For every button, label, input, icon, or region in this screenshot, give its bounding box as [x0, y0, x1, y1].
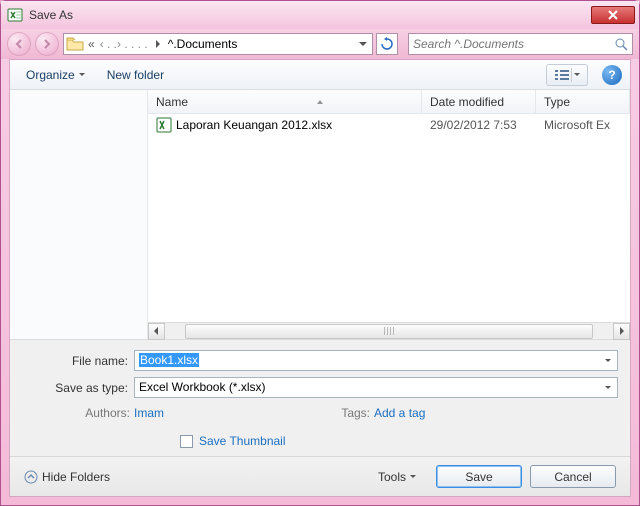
search-input[interactable] [413, 37, 614, 51]
column-date[interactable]: Date modified [422, 90, 536, 113]
column-date-label: Date modified [430, 95, 504, 109]
file-list[interactable]: Laporan Keuangan 2012.xlsx 29/02/2012 7:… [148, 114, 630, 322]
search-icon [614, 37, 628, 51]
window-title: Save As [29, 8, 589, 22]
saveastype-value: Excel Workbook (*.xlsx) [139, 380, 265, 394]
tags-label: Tags: [314, 406, 374, 420]
content-panel: Organize New folder ? Name [9, 59, 631, 497]
filename-field-wrap: Book1.xlsx [134, 350, 618, 371]
save-thumbnail-label[interactable]: Save Thumbnail [199, 434, 286, 448]
column-type-label: Type [544, 95, 570, 109]
scroll-track[interactable] [165, 323, 613, 340]
cancel-label: Cancel [554, 470, 591, 484]
excel-app-icon [7, 7, 23, 23]
authors-value[interactable]: Imam [134, 406, 314, 420]
saveastype-field[interactable]: Excel Workbook (*.xlsx) [134, 377, 618, 398]
address-bar[interactable]: « ‹ . .› . . . . ^.Documents [63, 33, 373, 55]
navbar: « ‹ . .› . . . . ^.Documents [1, 29, 639, 59]
dialog-footer: Hide Folders Tools Save Cancel [10, 456, 630, 496]
organize-button[interactable]: Organize [18, 64, 93, 86]
excel-file-icon [156, 117, 172, 133]
file-name: Laporan Keuangan 2012.xlsx [176, 118, 332, 132]
save-thumbnail-row: Save Thumbnail [180, 434, 618, 448]
chevron-up-circle-icon [24, 470, 38, 484]
forward-button[interactable] [35, 32, 59, 56]
save-as-dialog: Save As « ‹ . .› . . . . ^.Documents [0, 0, 640, 506]
grip-icon [384, 327, 394, 335]
list-header: Name Date modified Type [148, 90, 630, 114]
save-button[interactable]: Save [436, 465, 522, 488]
titlebar: Save As [1, 1, 639, 29]
filename-value: Book1.xlsx [139, 353, 199, 367]
saveastype-dropdown-icon[interactable] [600, 379, 616, 396]
new-folder-label: New folder [107, 68, 164, 82]
navigation-pane[interactable] [10, 90, 148, 339]
breadcrumb-mid[interactable]: ‹ . .› . . . . [97, 37, 151, 51]
help-button[interactable]: ? [602, 65, 622, 85]
filename-label: File name: [22, 354, 134, 368]
file-type: Microsoft Ex [536, 118, 618, 132]
tools-button[interactable]: Tools [378, 470, 416, 484]
toolbar: Organize New folder ? [10, 60, 630, 90]
filename-dropdown-icon[interactable] [600, 352, 616, 369]
scroll-left-button[interactable] [148, 323, 165, 340]
save-thumbnail-checkbox[interactable] [180, 435, 193, 448]
close-button[interactable] [591, 6, 635, 24]
vertical-scrollbar[interactable] [618, 114, 630, 322]
scroll-thumb[interactable] [185, 324, 593, 339]
filename-field[interactable]: Book1.xlsx [134, 350, 618, 371]
save-options-panel: File name: Book1.xlsx Save as type: Exce… [10, 339, 630, 456]
cancel-button[interactable]: Cancel [530, 465, 616, 488]
file-date: 29/02/2012 7:53 [422, 118, 536, 132]
address-dropdown-icon[interactable] [356, 35, 370, 53]
hide-folders-label: Hide Folders [42, 470, 110, 484]
file-browser: Name Date modified Type [10, 90, 630, 339]
view-icon [555, 69, 569, 81]
saveastype-label: Save as type: [22, 381, 134, 395]
breadcrumb-folder[interactable]: ^.Documents [165, 37, 241, 51]
back-button[interactable] [7, 32, 31, 56]
hide-folders-button[interactable]: Hide Folders [24, 470, 110, 484]
organize-label: Organize [26, 68, 75, 82]
sort-asc-icon [317, 100, 323, 104]
help-glyph: ? [608, 68, 615, 82]
breadcrumb-chevron-icon[interactable] [151, 35, 165, 53]
column-type[interactable]: Type [536, 90, 630, 113]
refresh-button[interactable] [376, 33, 398, 55]
scroll-right-button[interactable] [613, 323, 630, 340]
breadcrumb-sep: « [86, 37, 97, 51]
chevron-down-icon [79, 73, 85, 76]
authors-label: Authors: [22, 406, 134, 420]
column-name-label: Name [156, 95, 188, 109]
horizontal-scrollbar[interactable] [148, 322, 630, 339]
save-label: Save [465, 470, 492, 484]
new-folder-button[interactable]: New folder [99, 64, 172, 86]
tags-value[interactable]: Add a tag [374, 406, 425, 420]
view-options-button[interactable] [546, 64, 588, 86]
folder-icon [66, 36, 84, 52]
search-box[interactable] [408, 33, 633, 55]
saveastype-field-wrap: Excel Workbook (*.xlsx) [134, 377, 618, 398]
metadata-row: Authors: Imam Tags: Add a tag [22, 406, 618, 420]
tools-label: Tools [378, 470, 406, 484]
chevron-down-icon [574, 73, 580, 76]
chevron-down-icon [410, 475, 416, 478]
column-name[interactable]: Name [148, 90, 422, 113]
table-row[interactable]: Laporan Keuangan 2012.xlsx 29/02/2012 7:… [148, 114, 618, 136]
file-list-pane: Name Date modified Type [148, 90, 630, 339]
